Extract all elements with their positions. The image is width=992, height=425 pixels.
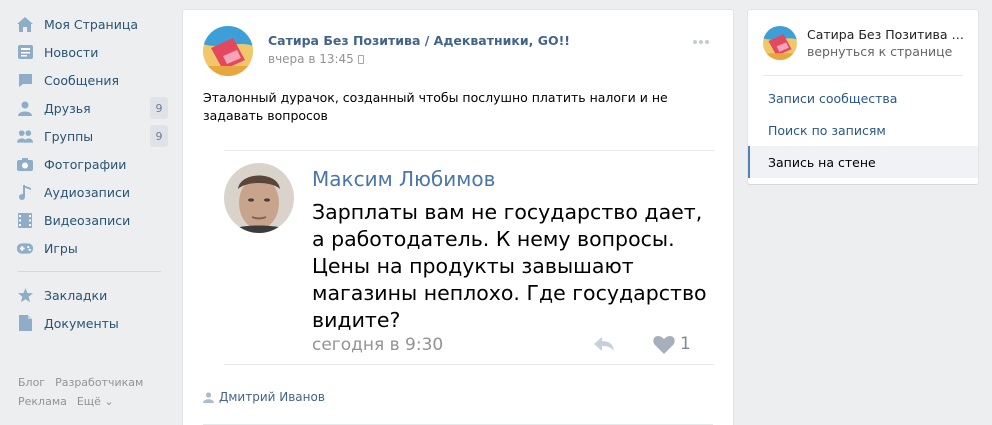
commenter-name: Максим Любимов: [312, 167, 496, 191]
nav-label: Видеозаписи: [44, 212, 131, 228]
friends-icon: [17, 100, 33, 116]
panel-divider: [763, 75, 963, 76]
nav-label: Группы: [44, 128, 94, 144]
groups-icon: [17, 128, 33, 144]
music-icon: [17, 184, 33, 200]
user-icon: [203, 391, 214, 403]
nav-label: Сообщения: [44, 72, 120, 88]
groups-count-badge: 9: [150, 125, 168, 147]
community-posts-link[interactable]: Записи сообщества: [748, 82, 978, 114]
home-icon: [17, 16, 33, 32]
nav-divider: [18, 271, 161, 272]
news-icon: [17, 44, 33, 60]
right-panel: Сатира Без Позитива / Адекватники, GO!! …: [748, 10, 978, 184]
gamepad-icon: [17, 240, 33, 256]
nav-games[interactable]: Игры: [14, 234, 168, 262]
like-count: 1: [680, 334, 691, 354]
nav-news[interactable]: Новости: [14, 38, 168, 66]
nav-label: Закладки: [44, 287, 108, 303]
post-text: Эталонный дурачок, созданный чтобы послу…: [203, 90, 668, 123]
footer-ads-link[interactable]: Реклама: [18, 395, 67, 408]
messages-icon: [17, 72, 33, 88]
comment-date: сегодня в 9:30: [312, 335, 444, 355]
nav-label: Фотографии: [44, 156, 127, 172]
nav-label: Аудиозаписи: [44, 184, 130, 200]
post-more-button[interactable]: [693, 40, 709, 44]
embed-divider: [224, 364, 714, 365]
community-avatar[interactable]: [203, 26, 253, 76]
friends-count-badge: 9: [150, 97, 168, 119]
signer-name: Дмитрий Иванов: [219, 390, 325, 404]
wall-post: Сатира Без Позитива / Адекватники, GO!! …: [183, 10, 733, 425]
reply-icon: [593, 335, 615, 353]
commenter-avatar: [224, 163, 294, 233]
nav-label: Моя Страница: [44, 16, 138, 32]
nav-label: Документы: [44, 315, 119, 331]
video-icon: [17, 212, 33, 228]
nav-my-page[interactable]: Моя Страница: [14, 10, 168, 38]
dot-icon: [705, 40, 709, 44]
nav-messages[interactable]: Сообщения: [14, 66, 168, 94]
star-icon: [17, 287, 33, 303]
heart-icon: [653, 335, 675, 354]
footer-links: Блог Разработчикам Реклама Ещё ⌄: [18, 373, 158, 411]
footer-blog-link[interactable]: Блог: [18, 376, 45, 389]
camera-icon: [17, 156, 33, 172]
post-signer-link[interactable]: Дмитрий Иванов: [203, 390, 325, 404]
nav-bookmarks[interactable]: Закладки: [14, 281, 168, 309]
comment-like: 1: [653, 334, 691, 354]
community-avatar-small[interactable]: [763, 26, 797, 60]
nav-label: Новости: [44, 44, 99, 60]
dot-icon: [693, 40, 697, 44]
post-date-text: вчера в 13:45: [268, 52, 354, 66]
nav-audio[interactable]: Аудиозаписи: [14, 178, 168, 206]
footer-more-link[interactable]: Ещё ⌄: [77, 395, 114, 408]
left-nav: Моя Страница Новости Сообщения Друзья 9 …: [14, 10, 168, 337]
nav-friends[interactable]: Друзья 9: [14, 94, 168, 122]
nav-label: Игры: [44, 240, 78, 256]
community-title[interactable]: Сатира Без Позитива / Адекватники, GO!!: [807, 27, 967, 42]
post-author-link[interactable]: Сатира Без Позитива / Адекватники, GO!!: [268, 33, 570, 48]
nav-label: Друзья: [44, 100, 91, 116]
search-posts-link[interactable]: Поиск по записям: [748, 114, 978, 146]
nav-groups[interactable]: Группы 9: [14, 122, 168, 150]
comment-text: Зарплаты вам не государство дает, а рабо…: [312, 200, 707, 332]
back-to-page-link[interactable]: вернуться к странице: [807, 44, 952, 59]
wall-post-link[interactable]: Запись на стене: [748, 146, 978, 178]
dot-icon: [699, 40, 703, 44]
document-icon: [17, 315, 33, 331]
nav-photos[interactable]: Фотографии: [14, 150, 168, 178]
footer-dev-link[interactable]: Разработчикам: [55, 376, 143, 389]
attached-comment-image[interactable]: Максим Любимов Зарплаты вам не государст…: [224, 150, 714, 365]
mobile-icon: [357, 55, 364, 64]
nav-documents[interactable]: Документы: [14, 309, 168, 337]
nav-video[interactable]: Видеозаписи: [14, 206, 168, 234]
post-date[interactable]: вчера в 13:45: [268, 52, 364, 66]
